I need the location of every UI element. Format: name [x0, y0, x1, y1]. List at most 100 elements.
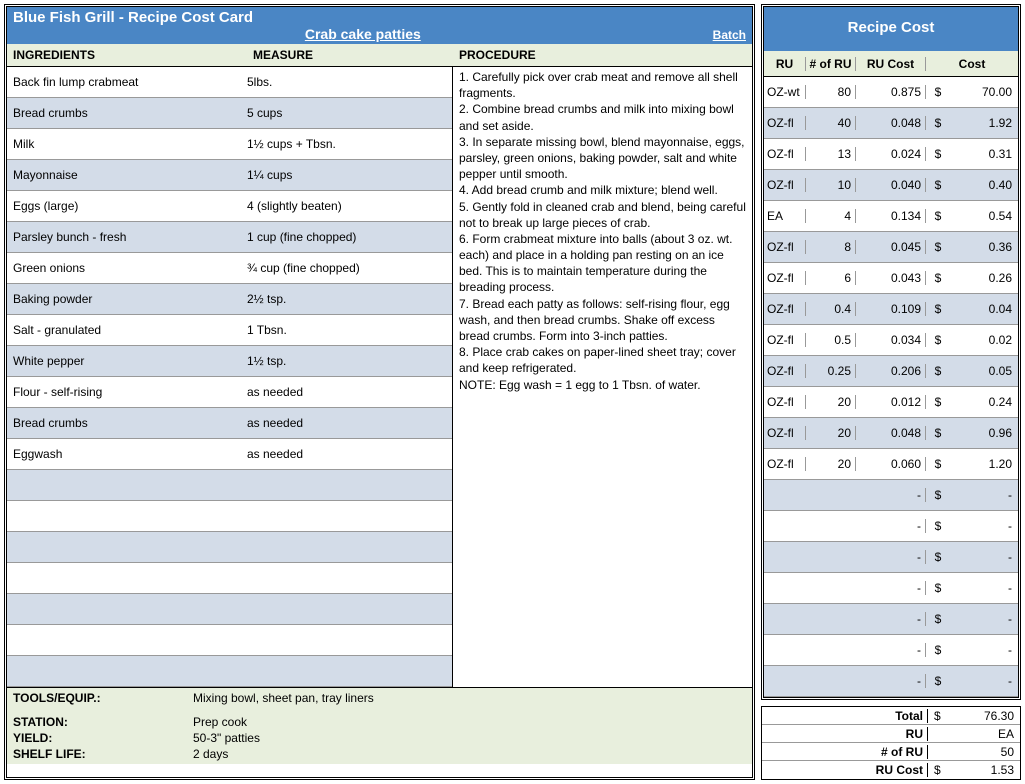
dollar-sign: $: [932, 395, 944, 409]
cost-ru-cost: 0.109: [856, 302, 926, 316]
ingredient-name: Parsley bunch - fresh: [13, 230, 247, 244]
ingredient-row: [7, 625, 452, 656]
header-procedure: PROCEDURE: [459, 48, 746, 62]
ingredient-measure: 1½ tsp.: [247, 354, 446, 368]
dollar-sign: $: [932, 271, 944, 285]
yield-value: 50-3" patties: [193, 731, 746, 745]
cost-row: OZ-wt800.875$70.00: [764, 77, 1018, 108]
ingredient-row: Mayonnaise1¼ cups: [7, 160, 452, 191]
cost-value: 0.26: [944, 271, 1012, 285]
title-bar: Blue Fish Grill - Recipe Cost Card Crab …: [7, 7, 752, 44]
cost-row: OZ-fl200.012$0.24: [764, 387, 1018, 418]
cost-ru: OZ-fl: [764, 240, 806, 254]
cost-row: OZ-fl0.250.206$0.05: [764, 356, 1018, 387]
cost-ru: OZ-fl: [764, 364, 806, 378]
station-label: STATION:: [13, 715, 193, 729]
dollar-sign: $: [932, 85, 944, 99]
cost-ru: OZ-fl: [764, 426, 806, 440]
cost-row: OZ-fl400.048$1.92: [764, 108, 1018, 139]
cost-value: 1.92: [944, 116, 1012, 130]
ingredient-measure: 5 cups: [247, 106, 446, 120]
cost-value: -: [944, 674, 1012, 688]
cost-ru: EA: [764, 209, 806, 223]
cost-num-ru: 4: [806, 209, 856, 223]
ingredient-row: Eggs (large)4 (slightly beaten): [7, 191, 452, 222]
cost-row: -$-: [764, 666, 1018, 697]
cost-num-ru: 80: [806, 85, 856, 99]
cost-value: -: [944, 519, 1012, 533]
ingredient-measure: as needed: [247, 416, 446, 430]
procedure-text: 1. Carefully pick over crab meat and rem…: [453, 67, 752, 687]
cost-ru-cost: 0.875: [856, 85, 926, 99]
ingredient-row: Parsley bunch - fresh1 cup (fine chopped…: [7, 222, 452, 253]
cost-value: 0.96: [944, 426, 1012, 440]
tools-value: Mixing bowl, sheet pan, tray liners: [193, 691, 746, 705]
ingredient-measure: 1¼ cups: [247, 168, 446, 182]
cost-ru-cost: 0.034: [856, 333, 926, 347]
ingredient-name: Baking powder: [13, 292, 247, 306]
cost-ru-cost: -: [856, 488, 926, 502]
recipe-cost-title: Recipe Cost: [764, 7, 1018, 51]
cost-value: 1.20: [944, 457, 1012, 471]
ingredient-row: Flour - self-risingas needed: [7, 377, 452, 408]
ingredient-measure: 1½ cups + Tbsn.: [247, 137, 446, 151]
cost-num-ru: 20: [806, 395, 856, 409]
ingredient-name: Eggs (large): [13, 199, 247, 213]
header-measure: MEASURE: [253, 48, 459, 62]
header-ru-cost: RU Cost: [856, 57, 926, 71]
cost-row: EA40.134$0.54: [764, 201, 1018, 232]
summary-numru-value: 50: [946, 745, 1014, 759]
cost-num-ru: 0.5: [806, 333, 856, 347]
cost-ru: OZ-fl: [764, 271, 806, 285]
dollar-sign: $: [932, 457, 944, 471]
dollar-sign: $: [932, 147, 944, 161]
ingredient-measure: 1 Tbsn.: [247, 323, 446, 337]
cost-row: OZ-fl80.045$0.36: [764, 232, 1018, 263]
header-cost: Cost: [926, 57, 1018, 71]
cost-ru: OZ-fl: [764, 116, 806, 130]
cost-row: -$-: [764, 604, 1018, 635]
cost-panel-wrapper: Recipe Cost RU # of RU RU Cost Cost OZ-w…: [761, 4, 1021, 780]
dollar-sign: $: [932, 209, 944, 223]
ingredient-measure: 5lbs.: [247, 75, 446, 89]
dollar-sign: $: [934, 763, 946, 777]
cost-ru: OZ-fl: [764, 457, 806, 471]
cost-row: OZ-fl60.043$0.26: [764, 263, 1018, 294]
ingredient-name: Flour - self-rising: [13, 385, 247, 399]
footer-block: TOOLS/EQUIP.: Mixing bowl, sheet pan, tr…: [7, 687, 752, 764]
dollar-sign: $: [932, 612, 944, 626]
dollar-sign: $: [932, 581, 944, 595]
cost-value: 0.36: [944, 240, 1012, 254]
cost-row: -$-: [764, 573, 1018, 604]
cost-num-ru: 0.4: [806, 302, 856, 316]
ingredient-measure: as needed: [247, 385, 446, 399]
dollar-sign: $: [932, 178, 944, 192]
cost-row: -$-: [764, 542, 1018, 573]
ingredient-name: Eggwash: [13, 447, 247, 461]
cost-value: -: [944, 550, 1012, 564]
cost-ru-cost: 0.012: [856, 395, 926, 409]
cost-ru: OZ-fl: [764, 395, 806, 409]
header-ru: RU: [764, 57, 806, 71]
ingredient-measure: as needed: [247, 447, 446, 461]
dollar-sign: $: [932, 488, 944, 502]
ingredient-name: Mayonnaise: [13, 168, 247, 182]
cost-row: OZ-fl200.048$0.96: [764, 418, 1018, 449]
tools-label: TOOLS/EQUIP.:: [13, 691, 193, 705]
summary-numru-label: # of RU: [762, 745, 928, 759]
cost-ru: OZ-fl: [764, 302, 806, 316]
cost-num-ru: 20: [806, 457, 856, 471]
dollar-sign: $: [932, 302, 944, 316]
cost-row: -$-: [764, 480, 1018, 511]
cost-ru-cost: 0.043: [856, 271, 926, 285]
ingredient-row: Bread crumbsas needed: [7, 408, 452, 439]
cost-panel: Recipe Cost RU # of RU RU Cost Cost OZ-w…: [761, 4, 1021, 700]
dollar-sign: $: [932, 333, 944, 347]
recipe-name: Crab cake patties: [13, 26, 713, 42]
ingredient-measure: 2½ tsp.: [247, 292, 446, 306]
ingredient-row: Milk1½ cups + Tbsn.: [7, 129, 452, 160]
cost-ru-cost: 0.060: [856, 457, 926, 471]
ingredient-row: [7, 656, 452, 687]
ingredient-row: Back fin lump crabmeat5lbs.: [7, 67, 452, 98]
summary-ru-value: EA: [946, 727, 1014, 741]
